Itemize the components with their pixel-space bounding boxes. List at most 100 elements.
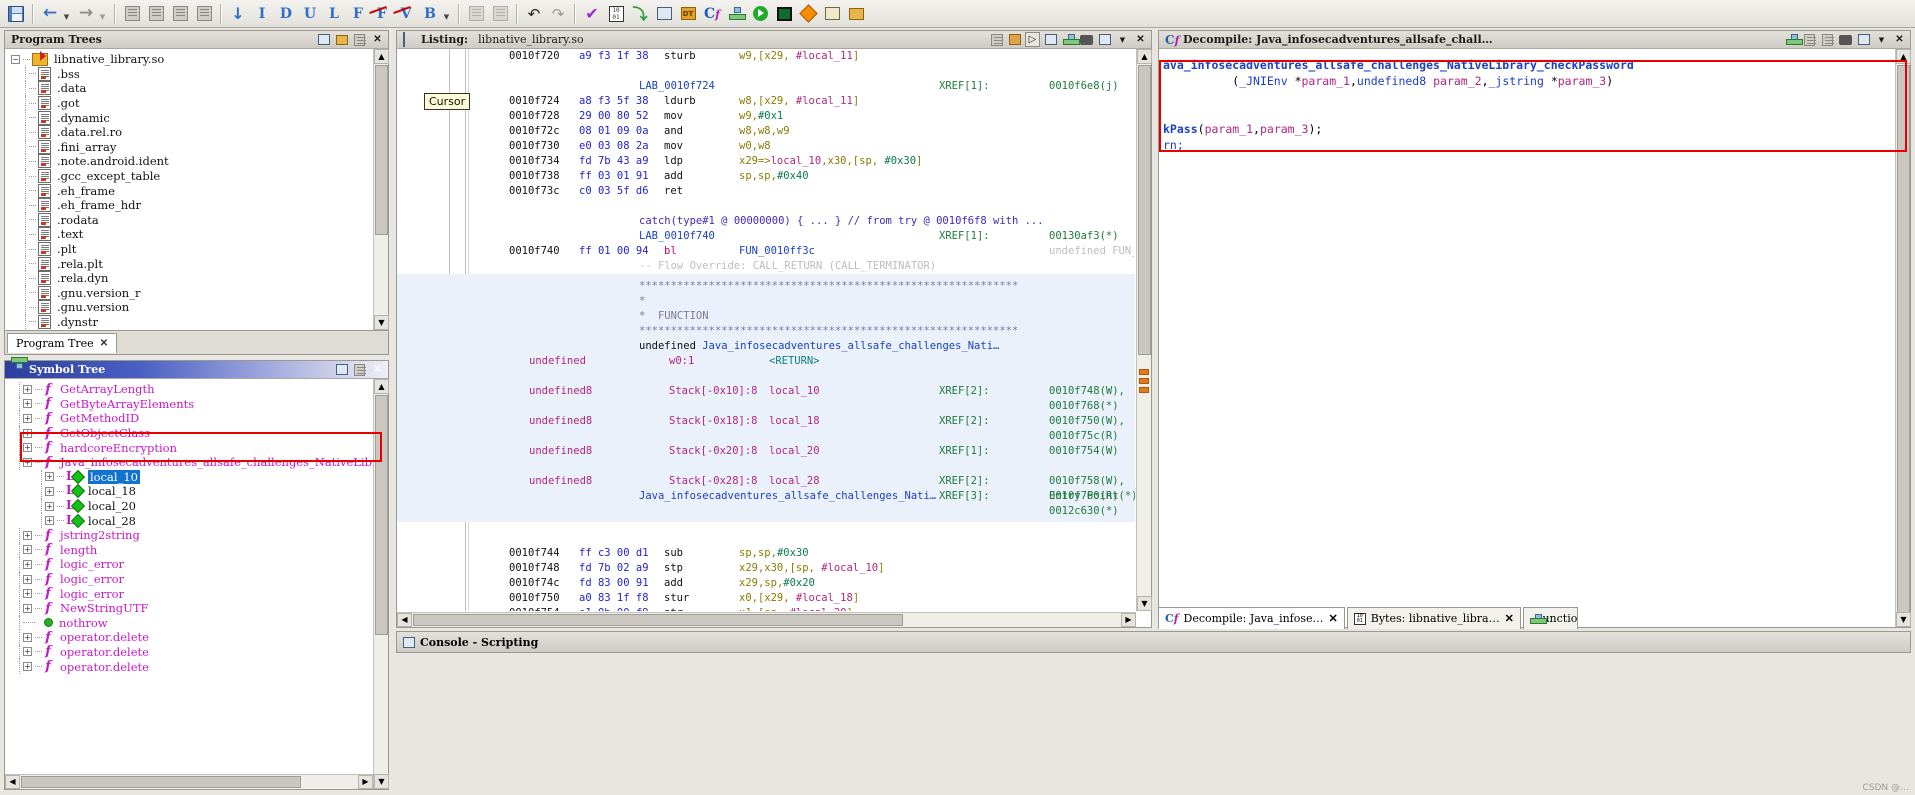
copy-page-icon-1[interactable]: [120, 2, 144, 26]
scroll-up-icon[interactable]: ▲: [374, 49, 389, 64]
listing-hscrollbar[interactable]: ◀ ▶: [397, 612, 1136, 627]
tree-section-row[interactable]: .fini_array: [11, 139, 388, 155]
symbol-tree-item[interactable]: + local_20: [9, 498, 388, 514]
symbol-tree-item[interactable]: + f NewStringUTF: [9, 601, 388, 616]
tree-section-row[interactable]: .data: [11, 81, 388, 96]
decompile-line[interactable]: kPass(param_1,param_3);: [1163, 121, 1894, 137]
symbol-tree-item[interactable]: + f hardcoreEncryption: [9, 440, 388, 455]
memory-icon[interactable]: [772, 2, 796, 26]
symbol-tree-item[interactable]: + f logic_error: [9, 572, 388, 587]
run-icon[interactable]: [748, 2, 772, 26]
symbol-tree-item[interactable]: + f operator.delete: [9, 644, 388, 659]
program-trees-tree[interactable]: − libnative_library.so .bss .data .got .dynam…: [5, 49, 388, 330]
expand-icon[interactable]: +: [23, 399, 32, 409]
scroll-down-icon[interactable]: ▼: [374, 774, 389, 789]
scroll-thumb[interactable]: [1138, 65, 1151, 355]
letter-b-icon[interactable]: B: [418, 2, 442, 26]
letter-u-icon[interactable]: U: [298, 2, 322, 26]
redo-page-icon[interactable]: [488, 2, 512, 26]
tree-section-row[interactable]: .bss: [11, 66, 388, 82]
export-c-icon[interactable]: [1820, 32, 1835, 47]
scroll-down-icon[interactable]: ▼: [1137, 596, 1152, 611]
expand-icon[interactable]: +: [23, 384, 32, 394]
decompile-line[interactable]: (_JNIEnv *param_1,undefined8 param_2,_js…: [1163, 73, 1894, 89]
expand-icon[interactable]: +: [23, 413, 32, 423]
letter-f-icon[interactable]: F: [346, 2, 370, 26]
cursor-toggle-icon[interactable]: ▷: [1025, 32, 1040, 47]
scroll-thumb[interactable]: [1897, 65, 1910, 615]
tree-section-row[interactable]: .rela.plt: [11, 256, 388, 271]
new-tree-icon[interactable]: [316, 32, 331, 47]
symbol-tree-item[interactable]: + f GetMethodID: [9, 411, 388, 426]
tree-section-row[interactable]: .dynamic: [11, 110, 388, 125]
expand-icon[interactable]: +: [23, 545, 32, 555]
tree-section-row[interactable]: .note.android.ident: [11, 154, 388, 169]
datatype-icon[interactable]: DT: [676, 2, 700, 26]
scroll-right-icon[interactable]: ▶: [1121, 613, 1136, 627]
copy-page-icon-2[interactable]: [144, 2, 168, 26]
scroll-up-icon[interactable]: ▲: [374, 379, 389, 394]
save-icon[interactable]: [4, 2, 28, 26]
tree-section-row[interactable]: .plt: [11, 241, 388, 257]
paste-icon[interactable]: [1007, 32, 1022, 47]
symbol-tree-item[interactable]: + f operator.delete: [9, 630, 388, 645]
copy-page-icon-4[interactable]: [192, 2, 216, 26]
expand-icon[interactable]: +: [23, 443, 32, 453]
tree-section-row[interactable]: .got: [11, 95, 388, 111]
decompile-line[interactable]: [1163, 89, 1894, 105]
tab-bytes[interactable]: 10 01 Bytes: libnative_libra… ✕: [1346, 607, 1521, 629]
symbol-tree-item[interactable]: + f GetObjectClass: [9, 426, 388, 441]
expand-icon[interactable]: +: [23, 457, 32, 467]
tab-decompile[interactable]: Cf Decompile: Java_infose… ✕: [1158, 607, 1345, 629]
export-icon[interactable]: ⤵: [628, 2, 652, 26]
listing-view[interactable]: Cursor 0010f720 a9 f3 1f 38 sturb w9,[x29, …: [397, 49, 1135, 611]
folder-icon[interactable]: [844, 2, 868, 26]
down-arrow-icon[interactable]: ↓: [226, 2, 250, 26]
chevron-down-icon[interactable]: ▼: [1874, 32, 1889, 47]
snapshot-icon[interactable]: [1838, 32, 1853, 47]
symbol-tree-filter-icon[interactable]: [334, 362, 349, 377]
checkmark-icon[interactable]: ✔: [580, 2, 604, 26]
symbol-tree-item[interactable]: + f Java_infosecadventures_allsafe_challen…: [9, 455, 388, 470]
symbol-tree-item[interactable]: + f length: [9, 542, 388, 557]
close-listing-icon[interactable]: ✕: [1133, 32, 1148, 47]
chevron-down-icon[interactable]: ▼: [1115, 32, 1130, 47]
decompile-vscrollbar[interactable]: ▲ ▼: [1895, 49, 1911, 627]
tree-section-row[interactable]: .dynstr: [11, 314, 388, 330]
diamond-icon[interactable]: [796, 2, 820, 26]
open-folder-icon[interactable]: [334, 32, 349, 47]
symbol-tree-hscrollbar[interactable]: ◀ ▶: [5, 774, 373, 789]
scroll-thumb[interactable]: [413, 614, 903, 626]
symbol-tree-tree[interactable]: + f GetArrayLength + f GetByteArrayElements + f…: [5, 379, 388, 789]
tree-section-row[interactable]: .eh_frame: [11, 183, 388, 198]
symbol-tree-item[interactable]: nothrow: [9, 615, 388, 631]
undo-page-icon[interactable]: [464, 2, 488, 26]
expand-icon[interactable]: +: [45, 516, 54, 526]
tree-section-row[interactable]: .gcc_except_table: [11, 168, 388, 184]
copy-icon[interactable]: [989, 32, 1004, 47]
expand-icon[interactable]: +: [45, 486, 54, 496]
scroll-down-icon[interactable]: ▼: [374, 315, 389, 330]
letter-b-dropdown-icon[interactable]: ▼: [442, 2, 454, 26]
field-options-icon[interactable]: [1097, 32, 1112, 47]
tree-section-row[interactable]: .text: [11, 227, 388, 242]
letter-f-struck-icon[interactable]: F: [370, 2, 394, 26]
expand-icon[interactable]: +: [23, 589, 32, 599]
expand-icon[interactable]: +: [23, 530, 32, 540]
close-symbol-tree-icon[interactable]: ✕: [370, 362, 385, 377]
scroll-up-icon[interactable]: ▲: [1896, 49, 1911, 64]
close-program-trees-icon[interactable]: ✕: [370, 32, 385, 47]
redo-icon[interactable]: ↷: [546, 2, 570, 26]
tree-section-row[interactable]: .gnu.version: [11, 300, 388, 315]
forward-dropdown-icon[interactable]: ▼: [98, 2, 110, 26]
symbol-tree-vscrollbar[interactable]: ▲ ▼: [373, 379, 389, 789]
forward-arrow-icon[interactable]: →: [74, 2, 98, 26]
decompile-line[interactable]: ava_infosecadventures_allsafe_challenges…: [1163, 57, 1894, 73]
symbol-tree-item[interactable]: + f logic_error: [9, 586, 388, 601]
copy-icon[interactable]: [1802, 32, 1817, 47]
copy-page-icon-3[interactable]: [168, 2, 192, 26]
scroll-thumb[interactable]: [375, 395, 388, 635]
symbol-tree-item[interactable]: + local_10: [9, 469, 388, 485]
letter-l-icon[interactable]: L: [322, 2, 346, 26]
symbol-tree-item[interactable]: + f logic_error: [9, 557, 388, 572]
